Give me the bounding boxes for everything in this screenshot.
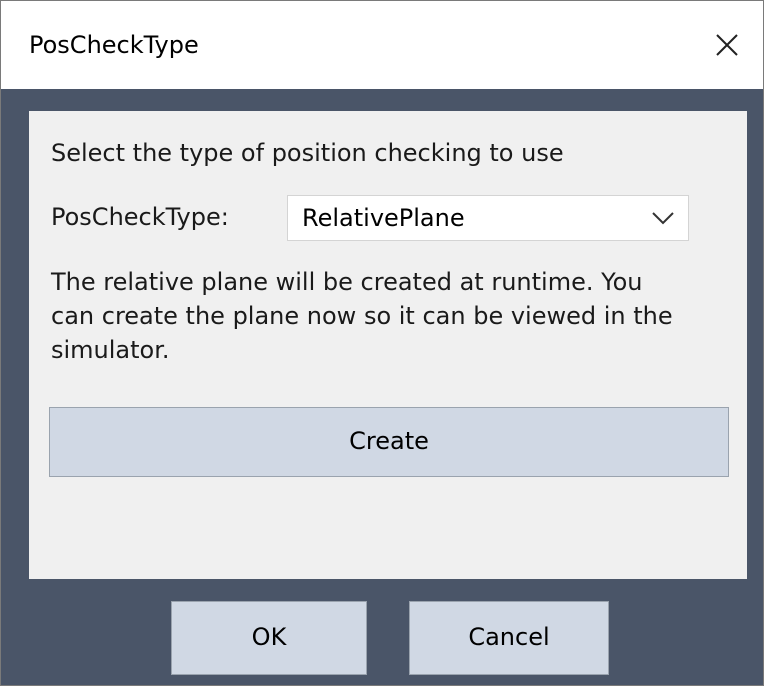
close-icon — [716, 34, 738, 56]
ok-button[interactable]: OK — [171, 601, 367, 675]
info-line: simulator. — [51, 336, 170, 364]
title-bar: PosCheckType — [1, 1, 763, 89]
window-title: PosCheckType — [29, 31, 199, 59]
content-panel: Select the type of position checking to … — [29, 111, 747, 579]
create-button-label: Create — [349, 427, 429, 455]
cancel-button[interactable]: Cancel — [409, 601, 609, 675]
create-button[interactable]: Create — [49, 407, 729, 477]
select-value: RelativePlane — [302, 204, 465, 232]
info-line: The relative plane will be created at ru… — [51, 268, 643, 296]
close-button[interactable] — [705, 23, 749, 67]
poschecktype-select[interactable]: RelativePlane — [287, 195, 689, 241]
dialog-window: PosCheckType Select the type of position… — [0, 0, 764, 686]
chevron-down-icon — [652, 212, 674, 225]
poschecktype-label: PosCheckType: — [51, 203, 229, 231]
info-line: can create the plane now so it can be vi… — [51, 302, 673, 330]
ok-button-label: OK — [251, 623, 287, 651]
info-text: The relative plane will be created at ru… — [51, 265, 741, 367]
prompt-text: Select the type of position checking to … — [51, 139, 564, 167]
cancel-button-label: Cancel — [468, 623, 550, 651]
